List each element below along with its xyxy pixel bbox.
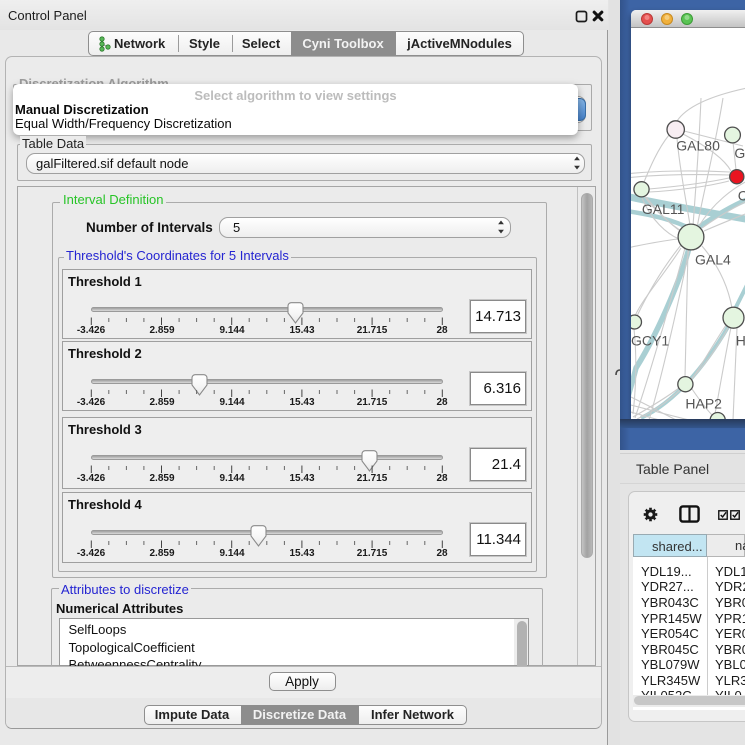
svg-text:GCY1: GCY1: [631, 333, 669, 349]
svg-text:CY: CY: [738, 188, 745, 204]
svg-text:GAL11: GAL11: [642, 201, 685, 217]
svg-text:GAL80: GAL80: [676, 138, 720, 154]
svg-text:HAP2: HAP2: [685, 396, 722, 412]
svg-text:HS: HS: [736, 333, 745, 349]
svg-text:GAL4: GAL4: [695, 252, 731, 268]
svg-text:GAL: GAL: [734, 145, 745, 161]
